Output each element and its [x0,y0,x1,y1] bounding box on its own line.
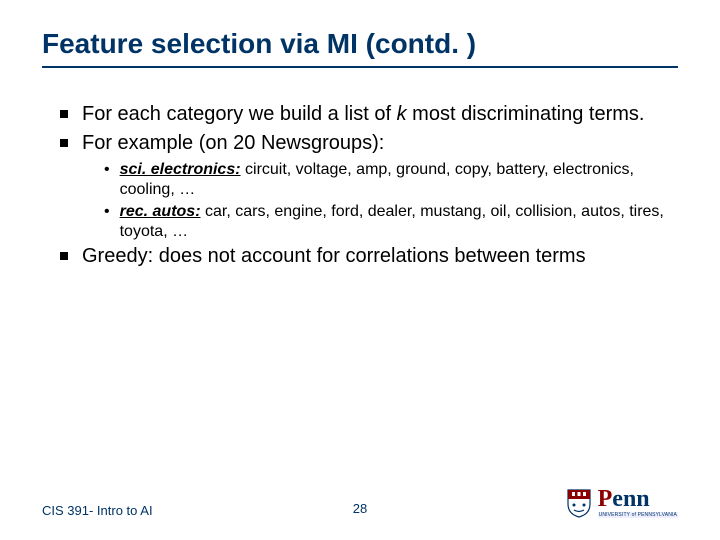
bullet-level2: • rec. autos: car, cars, engine, ford, d… [104,202,678,242]
category-label: sci. electronics: [120,161,241,178]
bullet-text: rec. autos: car, cars, engine, ford, dea… [120,202,678,242]
square-bullet-icon [60,139,68,147]
penn-shield-icon [566,488,592,518]
terms-list: car, cars, engine, ford, dealer, mustang… [120,203,664,240]
italic-k: k [397,103,407,125]
footer-course: CIS 391- Intro to AI [42,503,254,518]
bullet-text: For example (on 20 Newsgroups): [82,131,678,156]
bullet-text: For each category we build a list of k m… [82,102,678,127]
slide-footer: CIS 391- Intro to AI 28 Penn [0,488,720,518]
bullet-text: Greedy: does not account for correlation… [82,244,678,269]
text-fragment: For each category we build a list of [82,103,397,125]
category-label: rec. autos: [120,203,201,220]
bullet-level1: For each category we build a list of k m… [60,102,678,127]
slide-content: For each category we build a list of k m… [42,102,678,269]
penn-wordmark: Penn UNIVERSITY of PENNSYLVANIA [598,489,678,518]
dot-bullet-icon: • [104,160,110,200]
penn-logo: Penn UNIVERSITY of PENNSYLVANIA [566,488,678,518]
text-fragment: most discriminating terms. [407,103,645,125]
penn-p: P [598,486,613,512]
bullet-level2: • sci. electronics: circuit, voltage, am… [104,160,678,200]
bullet-text: sci. electronics: circuit, voltage, amp,… [120,160,678,200]
slide: Feature selection via MI (contd. ) For e… [0,0,720,269]
penn-subtitle: UNIVERSITY of PENNSYLVANIA [598,512,678,518]
penn-word: Penn [598,489,650,511]
footer-page-number: 28 [254,501,466,518]
dot-bullet-icon: • [104,202,110,242]
square-bullet-icon [60,252,68,260]
slide-title: Feature selection via MI (contd. ) [42,28,678,68]
bullet-level1: Greedy: does not account for correlation… [60,244,678,269]
bullet-level1: For example (on 20 Newsgroups): [60,131,678,156]
footer-logo-area: Penn UNIVERSITY of PENNSYLVANIA [466,488,678,518]
penn-enn: enn [612,486,649,512]
square-bullet-icon [60,110,68,118]
